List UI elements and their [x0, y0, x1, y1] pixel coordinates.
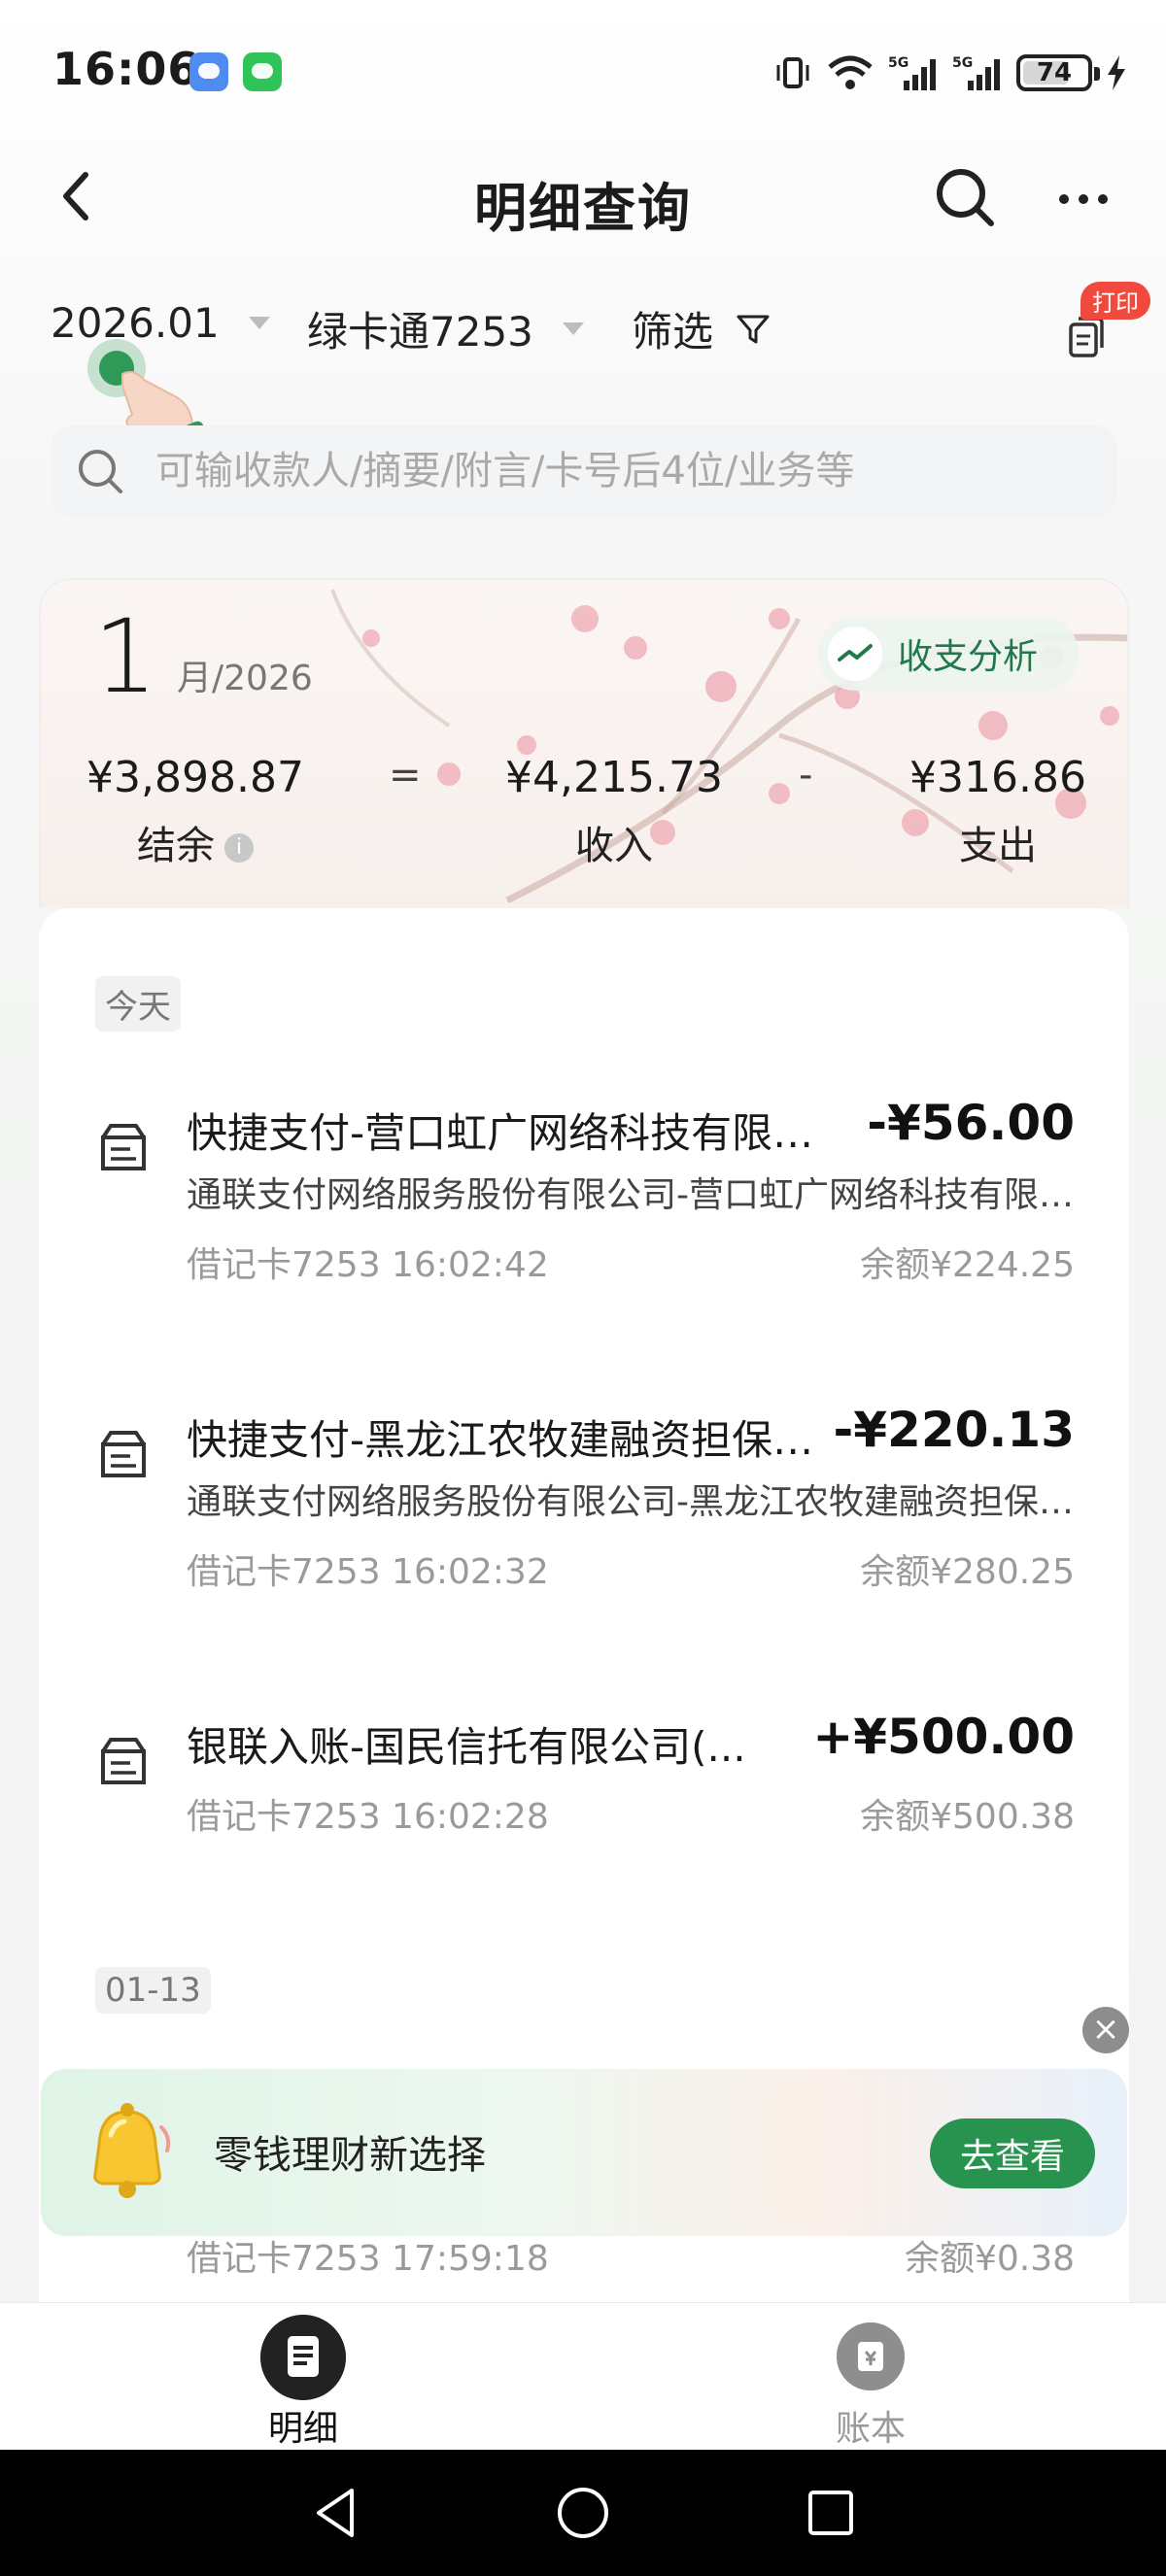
battery-icon: 74 — [1016, 54, 1100, 91]
back-triangle-icon[interactable] — [301, 2479, 369, 2547]
wifi-icon — [828, 55, 873, 89]
close-promo-button[interactable]: × — [1082, 2007, 1129, 2053]
tab-ledger[interactable]: 账本 — [725, 2303, 1016, 2451]
month-summary-card: 1 月/2026 收支分析 ¥3,898.87 结余 i = ¥4,215.73 … — [39, 578, 1129, 908]
date-group-label: 01-13 — [95, 1967, 211, 2014]
card-selector[interactable]: 绿卡通7253 — [307, 299, 584, 358]
filter-label: 筛选 — [632, 308, 714, 356]
transaction-amount: -¥220.13 — [833, 1402, 1076, 1458]
income-summary: ¥4,215.73 收入 — [478, 753, 750, 870]
search-bar — [51, 425, 1117, 517]
status-bar: 16:06 5G 5G 74 — [0, 0, 1166, 146]
transaction-balance: 余额¥224.25 — [860, 1245, 1075, 1285]
equals-sign: = — [389, 753, 422, 797]
header: 明细查询 — [0, 146, 1166, 253]
transaction-balance: 余额¥500.38 — [860, 1797, 1075, 1837]
date-group-label: 今天 — [95, 976, 181, 1032]
tab-ledger-label: 账本 — [835, 2409, 906, 2449]
transaction-amount: +¥500.00 — [812, 1709, 1075, 1765]
search-icon — [79, 450, 122, 493]
expense-summary: ¥316.86 支出 — [886, 753, 1110, 870]
receipt-icon — [101, 1124, 146, 1170]
battery-level: 74 — [1036, 58, 1073, 87]
income-value: ¥4,215.73 — [505, 753, 723, 802]
filter-button[interactable]: 筛选 — [632, 299, 772, 358]
expense-value: ¥316.86 — [909, 753, 1086, 802]
transaction-row-partial[interactable]: 借记卡7253 17:59:18 余额¥0.38 — [0, 2230, 1166, 2288]
transaction-row[interactable]: 快捷支付-营口虹广网络科技有限公司 -¥56.00 通联支付网络服务股份有限公司… — [39, 1095, 1129, 1295]
transaction-title: 快捷支付-黑龙江农牧建融资担保有限公司 — [187, 1416, 847, 1464]
bottom-nav: 明细 账本 — [0, 2302, 1166, 2450]
receipt-icon — [101, 1738, 146, 1784]
transaction-description: 通联支付网络服务股份有限公司-黑龙江农牧建融资担保有限公司 — [187, 1482, 1090, 1522]
app-screen: 16:06 5G 5G 74 明细查询 2026.01 绿卡通7253 筛选 打… — [0, 0, 1166, 2576]
tab-detail[interactable]: 明细 — [157, 2303, 449, 2451]
summary-amounts: ¥3,898.87 结余 i = ¥4,215.73 收入 - ¥316.86 支… — [41, 753, 1127, 889]
transaction-card-time: 借记卡7253 16:02:28 — [187, 1797, 549, 1837]
chevron-down-icon — [248, 317, 270, 329]
message-app-icon — [189, 52, 228, 91]
transaction-balance: 余额¥280.25 — [860, 1552, 1075, 1592]
vibrate-icon — [776, 57, 809, 88]
transaction-title: 银联入账-国民信托有限公司(... — [187, 1723, 746, 1771]
tab-detail-label: 明细 — [267, 2409, 338, 2449]
status-time: 16:06 — [52, 43, 200, 95]
view-promo-button[interactable]: 去查看 — [930, 2118, 1095, 2188]
status-icons: 5G 5G 74 — [773, 49, 1127, 97]
search-input[interactable] — [155, 425, 1088, 517]
promo-banner[interactable]: 零钱理财新选择 去查看 — [41, 2069, 1127, 2236]
transaction-row[interactable]: 快捷支付-黑龙江农牧建融资担保有限公司 -¥220.13 通联支付网络服务股份有… — [39, 1402, 1129, 1602]
chevron-down-icon — [562, 322, 584, 335]
network-label-a: 5G — [888, 55, 909, 71]
summary-month: 1 — [93, 597, 158, 716]
trend-icon — [828, 627, 882, 681]
transaction-card-time: 借记卡7253 16:02:42 — [187, 1245, 549, 1285]
balance-summary: ¥3,898.87 结余 i — [84, 753, 307, 870]
balance-label: 结余 — [137, 824, 215, 868]
charging-icon — [1108, 55, 1125, 90]
transaction-row[interactable]: 银联入账-国民信托有限公司(... +¥500.00 借记卡7253 16:02… — [39, 1709, 1129, 1860]
bell-icon — [93, 2103, 171, 2198]
card-selector-value: 绿卡通7253 — [307, 308, 533, 356]
print-badge: 打印 — [1080, 282, 1150, 320]
document-icon — [260, 2315, 346, 2400]
transaction-card-time: 借记卡7253 17:59:18 — [187, 2239, 549, 2279]
receipt-icon — [101, 1431, 146, 1477]
income-label: 收入 — [575, 824, 653, 868]
transaction-card-time: 借记卡7253 16:02:32 — [187, 1552, 549, 1592]
summary-month-year: 月/2026 — [177, 659, 313, 698]
analysis-label: 收支分析 — [898, 637, 1039, 677]
balance-label-wrap: 结余 i — [84, 814, 307, 870]
recents-square-icon[interactable] — [797, 2479, 865, 2547]
transaction-title: 快捷支付-营口虹广网络科技有限公司 — [187, 1109, 847, 1157]
system-nav-bar — [0, 2450, 1166, 2576]
transaction-balance: 余额¥0.38 — [904, 2239, 1075, 2279]
search-icon[interactable] — [931, 163, 999, 231]
expense-label: 支出 — [959, 824, 1037, 868]
transaction-amount: -¥56.00 — [867, 1095, 1075, 1151]
promo-text: 零钱理财新选择 — [214, 2133, 486, 2178]
minus-sign: - — [799, 753, 813, 797]
balance-value: ¥3,898.87 — [86, 753, 304, 802]
transaction-description: 通联支付网络服务股份有限公司-营口虹广网络科技有限公司 — [187, 1175, 1090, 1215]
income-expense-analysis-button[interactable]: 收支分析 — [818, 617, 1079, 691]
wechat-app-icon — [243, 52, 282, 91]
home-circle-icon[interactable] — [549, 2479, 617, 2547]
info-icon[interactable]: i — [224, 833, 254, 863]
funnel-icon — [737, 315, 770, 343]
ledger-icon — [837, 2322, 905, 2390]
network-label-b: 5G — [952, 55, 973, 71]
more-horizontal-icon[interactable] — [1054, 175, 1113, 223]
signal-5g-icon-2: 5G — [952, 55, 1000, 90]
signal-5g-icon: 5G — [888, 55, 936, 90]
